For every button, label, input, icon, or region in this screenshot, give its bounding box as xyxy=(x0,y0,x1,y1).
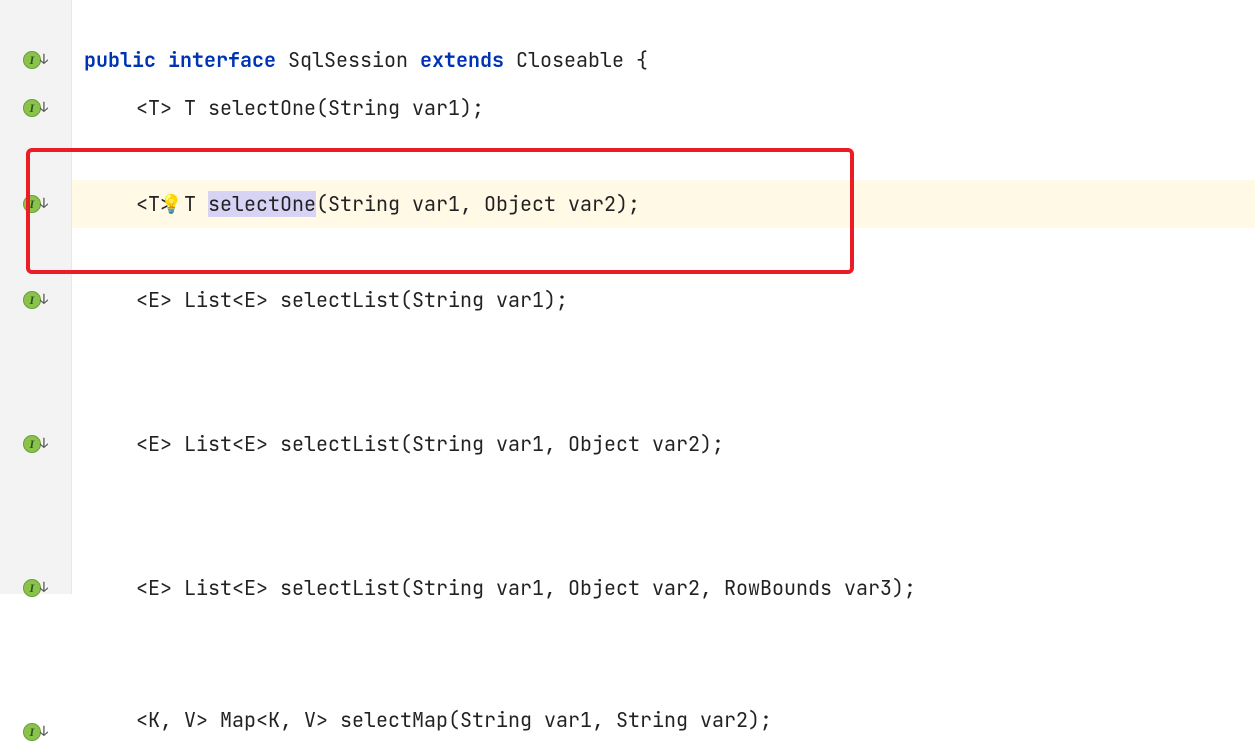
method-signature: <T> T selectOne(String var1); xyxy=(136,95,484,121)
interface-icon: I xyxy=(23,291,41,309)
method-params: (String var1, Object var2); xyxy=(316,191,640,217)
keyword-public: public xyxy=(84,47,156,73)
down-arrow-icon: ↓ xyxy=(40,723,48,742)
down-arrow-icon: ↓ xyxy=(40,51,48,70)
interface-icon: I xyxy=(23,99,41,117)
interface-icon: I xyxy=(23,435,41,453)
interface-icon: I xyxy=(23,723,41,741)
keyword-interface: interface xyxy=(168,47,276,73)
method-signature: <E> List<E> selectList(String var1, Obje… xyxy=(136,575,916,601)
supertype: Closeable { xyxy=(504,47,648,73)
intention-bulb-icon[interactable]: 💡 xyxy=(160,193,182,216)
gutter-implementation-marker[interactable]: I↓ xyxy=(0,36,71,84)
code-line[interactable]: <E> List<E> selectList(String var1); xyxy=(72,276,1255,324)
method-signature: <E> List<E> selectList(String var1, Obje… xyxy=(136,431,724,457)
code-line[interactable]: <K, V> Map<K, V> selectMap(String var1, … xyxy=(72,708,1255,732)
code-line-highlighted[interactable]: 💡 <T> T selectOne(String var1, Object va… xyxy=(72,180,1255,228)
code-line[interactable]: <E> List<E> selectList(String var1, Obje… xyxy=(72,564,1255,612)
code-line[interactable]: <T> T selectOne(String var1); xyxy=(72,84,1255,132)
interface-icon: I xyxy=(23,579,41,597)
interface-icon: I xyxy=(23,51,41,69)
interface-icon: I xyxy=(23,195,41,213)
down-arrow-icon: ↓ xyxy=(40,579,48,598)
type-name: SqlSession xyxy=(276,47,420,73)
down-arrow-icon: ↓ xyxy=(40,435,48,454)
code-line[interactable]: public interface SqlSession extends Clos… xyxy=(72,36,1255,84)
method-signature: <E> List<E> selectList(String var1); xyxy=(136,287,568,313)
code-editor[interactable]: public interface SqlSession extends Clos… xyxy=(72,0,1255,594)
editor-gutter: I↓ I↓ I↓ I↓ I↓ I↓ I↓ xyxy=(0,0,72,594)
gutter-implementation-marker[interactable]: I↓ xyxy=(0,564,71,612)
keyword-extends: extends xyxy=(420,47,504,73)
gutter-implementation-marker[interactable]: I↓ xyxy=(0,276,71,324)
method-name-selected: selectOne xyxy=(208,191,316,217)
down-arrow-icon: ↓ xyxy=(40,99,48,118)
gutter-implementation-marker[interactable]: I↓ xyxy=(0,708,71,756)
code-line[interactable]: <E> List<E> selectList(String var1, Obje… xyxy=(72,420,1255,468)
gutter-implementation-marker[interactable]: I↓ xyxy=(0,84,71,132)
down-arrow-icon: ↓ xyxy=(40,291,48,310)
gutter-implementation-marker[interactable]: I↓ xyxy=(0,180,71,228)
gutter-implementation-marker[interactable]: I↓ xyxy=(0,420,71,468)
method-signature: <K, V> Map<K, V> selectMap(String var1, … xyxy=(136,708,772,732)
down-arrow-icon: ↓ xyxy=(40,195,48,214)
